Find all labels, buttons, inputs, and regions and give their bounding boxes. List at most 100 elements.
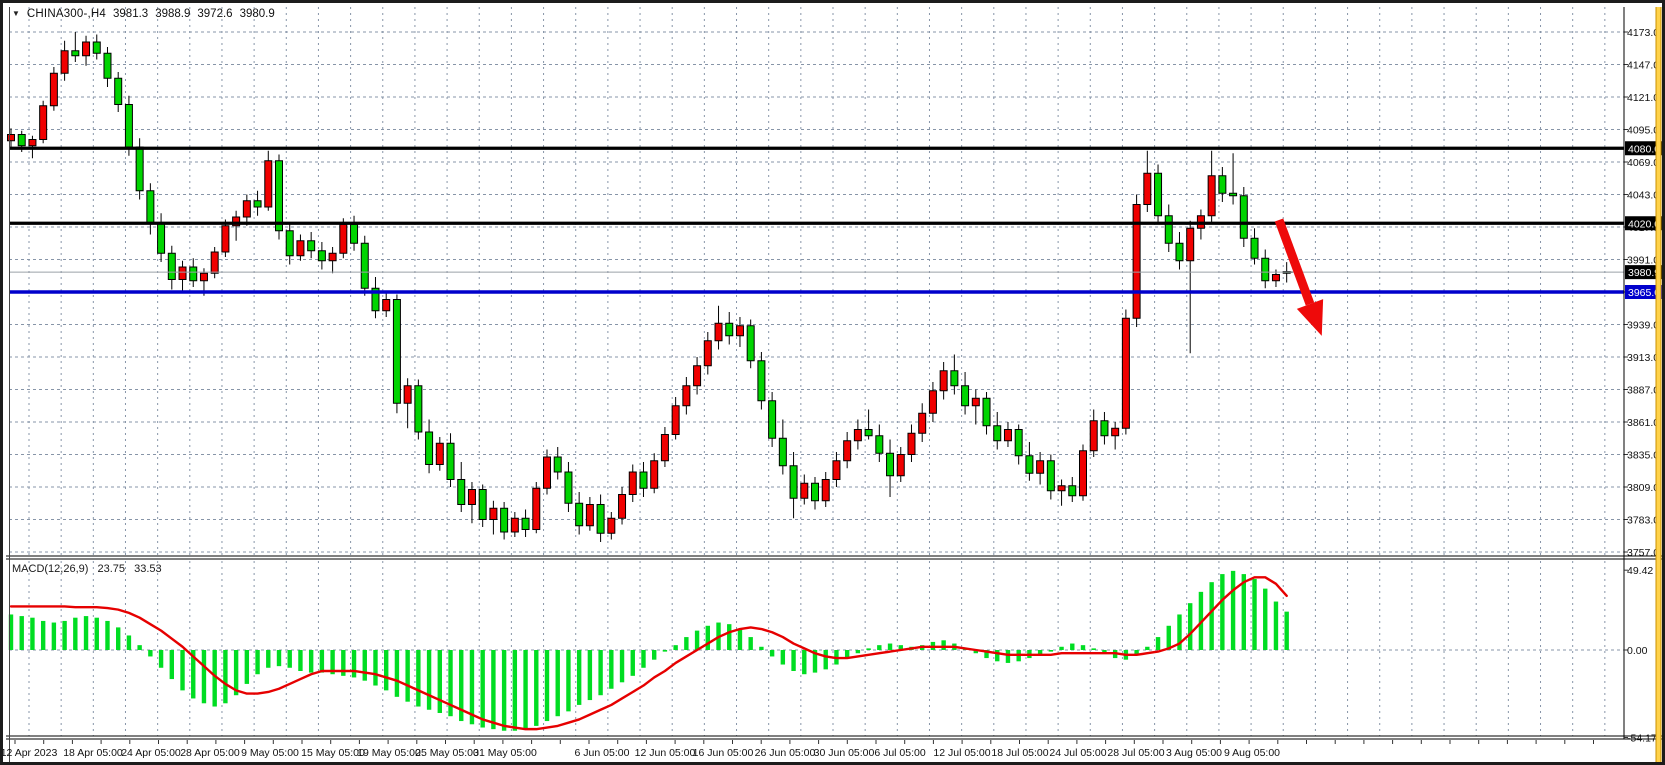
macd-histogram-bar <box>1049 650 1053 652</box>
macd-histogram-bar <box>738 629 742 650</box>
macd-axis-label: -54.17 <box>1627 732 1657 744</box>
macd-histogram-bar <box>373 650 377 686</box>
candle-body <box>61 51 68 74</box>
candle-body <box>308 241 315 251</box>
candle-body <box>351 225 358 244</box>
candle-body <box>136 147 143 191</box>
chart-canvas[interactable]: 4173.04147.04121.04095.04069.04043.04017… <box>3 3 1665 765</box>
candle-body <box>1187 228 1194 261</box>
macd-histogram-bar <box>52 623 56 650</box>
time-axis-label: 18 Apr 05:00 <box>63 747 123 759</box>
macd-histogram-bar <box>502 650 506 731</box>
candle-body <box>747 326 754 361</box>
macd-histogram-bar <box>673 645 677 650</box>
symbol-dropdown-icon[interactable]: ▼ <box>12 10 20 18</box>
price-tick-label: 4173.0 <box>1627 27 1659 39</box>
candle-body <box>458 480 465 505</box>
candle-body <box>1069 486 1076 496</box>
candle-body <box>1112 428 1119 436</box>
macd-histogram-bar <box>1231 571 1235 650</box>
candle-body <box>1090 421 1097 451</box>
macd-histogram-bar <box>1070 644 1074 650</box>
candle-body <box>608 518 615 533</box>
macd-histogram-bar <box>1081 645 1085 650</box>
candle-body <box>565 472 572 503</box>
price-tick-label: 3939.0 <box>1627 320 1659 332</box>
candle-body <box>50 73 57 106</box>
candle-body <box>586 505 593 526</box>
macd-histogram-bar <box>1274 602 1278 650</box>
macd-axis-label: 49.42 <box>1627 565 1653 577</box>
symbol-timeframe-label: CHINA300-,H4 <box>27 8 106 20</box>
candle-body <box>447 443 454 479</box>
candle-body <box>822 480 829 501</box>
candle-body <box>179 267 186 280</box>
macd-histogram-bar <box>73 618 77 650</box>
macd-histogram-bar <box>202 650 206 703</box>
candle-body <box>736 326 743 336</box>
candle-body <box>426 432 433 465</box>
macd-histogram-bar <box>405 650 409 702</box>
macd-histogram-bar <box>566 650 570 711</box>
candle-body <box>222 226 229 252</box>
time-axis-label: 30 Jun 05:00 <box>814 747 875 759</box>
candle-body <box>168 253 175 279</box>
macd-histogram-bar <box>802 650 806 674</box>
candle-body <box>544 457 551 488</box>
candle-body <box>812 483 819 501</box>
macd-histogram-bar <box>1188 603 1192 650</box>
candle-body <box>640 472 647 488</box>
macd-histogram-bar <box>159 650 163 668</box>
price-badge-label: 4020.0 <box>1628 218 1660 230</box>
candle-body <box>93 42 100 53</box>
macd-histogram-bar <box>277 650 281 666</box>
title-high-value: 3988.9 <box>155 8 190 20</box>
macd-histogram-bar <box>631 650 635 676</box>
macd-histogram-bar <box>105 621 109 650</box>
macd-histogram-bar <box>266 650 270 668</box>
candle-body <box>1262 258 1269 281</box>
price-tick-label: 3835.0 <box>1627 450 1659 462</box>
candle-body <box>951 371 958 386</box>
macd-histogram-bar <box>41 621 45 650</box>
candle-body <box>1176 243 1183 261</box>
candle-body <box>254 201 261 207</box>
time-axis-label: 31 May 05:00 <box>473 747 537 759</box>
candle-body <box>672 406 679 435</box>
candle-body <box>715 323 722 341</box>
candle-body <box>726 323 733 336</box>
candle-body <box>758 361 765 401</box>
candle-body <box>994 426 1001 441</box>
candle-body <box>479 490 486 520</box>
macd-histogram-bar <box>320 650 324 673</box>
candle-body <box>1230 193 1237 196</box>
candle-body <box>854 430 861 441</box>
time-axis-label: 16 Jun 05:00 <box>693 747 754 759</box>
macd-histogram-bar <box>395 650 399 697</box>
macd-histogram-bar <box>363 650 367 681</box>
candle-body <box>865 430 872 436</box>
price-tick-label: 3991.0 <box>1627 255 1659 267</box>
candle-body <box>1251 238 1258 258</box>
macd-histogram-bar <box>1220 574 1224 650</box>
macd-histogram-bar <box>309 650 313 673</box>
candle-body <box>190 267 197 281</box>
candle-body <box>340 225 347 254</box>
macd-histogram-bar <box>588 650 592 700</box>
macd-histogram-bar <box>223 650 227 703</box>
candle-body <box>972 398 979 406</box>
candle-body <box>694 366 701 386</box>
chart-background <box>3 3 1665 765</box>
macd-histogram-bar <box>888 644 892 650</box>
candle-body <box>683 386 690 406</box>
candle-body <box>1122 318 1129 428</box>
candle-body <box>329 253 336 261</box>
candle-body <box>297 241 304 256</box>
candle-body <box>393 300 400 404</box>
price-tick-label: 3913.0 <box>1627 352 1659 364</box>
candle-body <box>29 140 36 146</box>
macd-histogram-bar <box>577 650 581 705</box>
macd-histogram-bar <box>1263 589 1267 650</box>
macd-histogram-bar <box>180 650 184 690</box>
price-badge-label: 4080.0 <box>1628 143 1660 155</box>
